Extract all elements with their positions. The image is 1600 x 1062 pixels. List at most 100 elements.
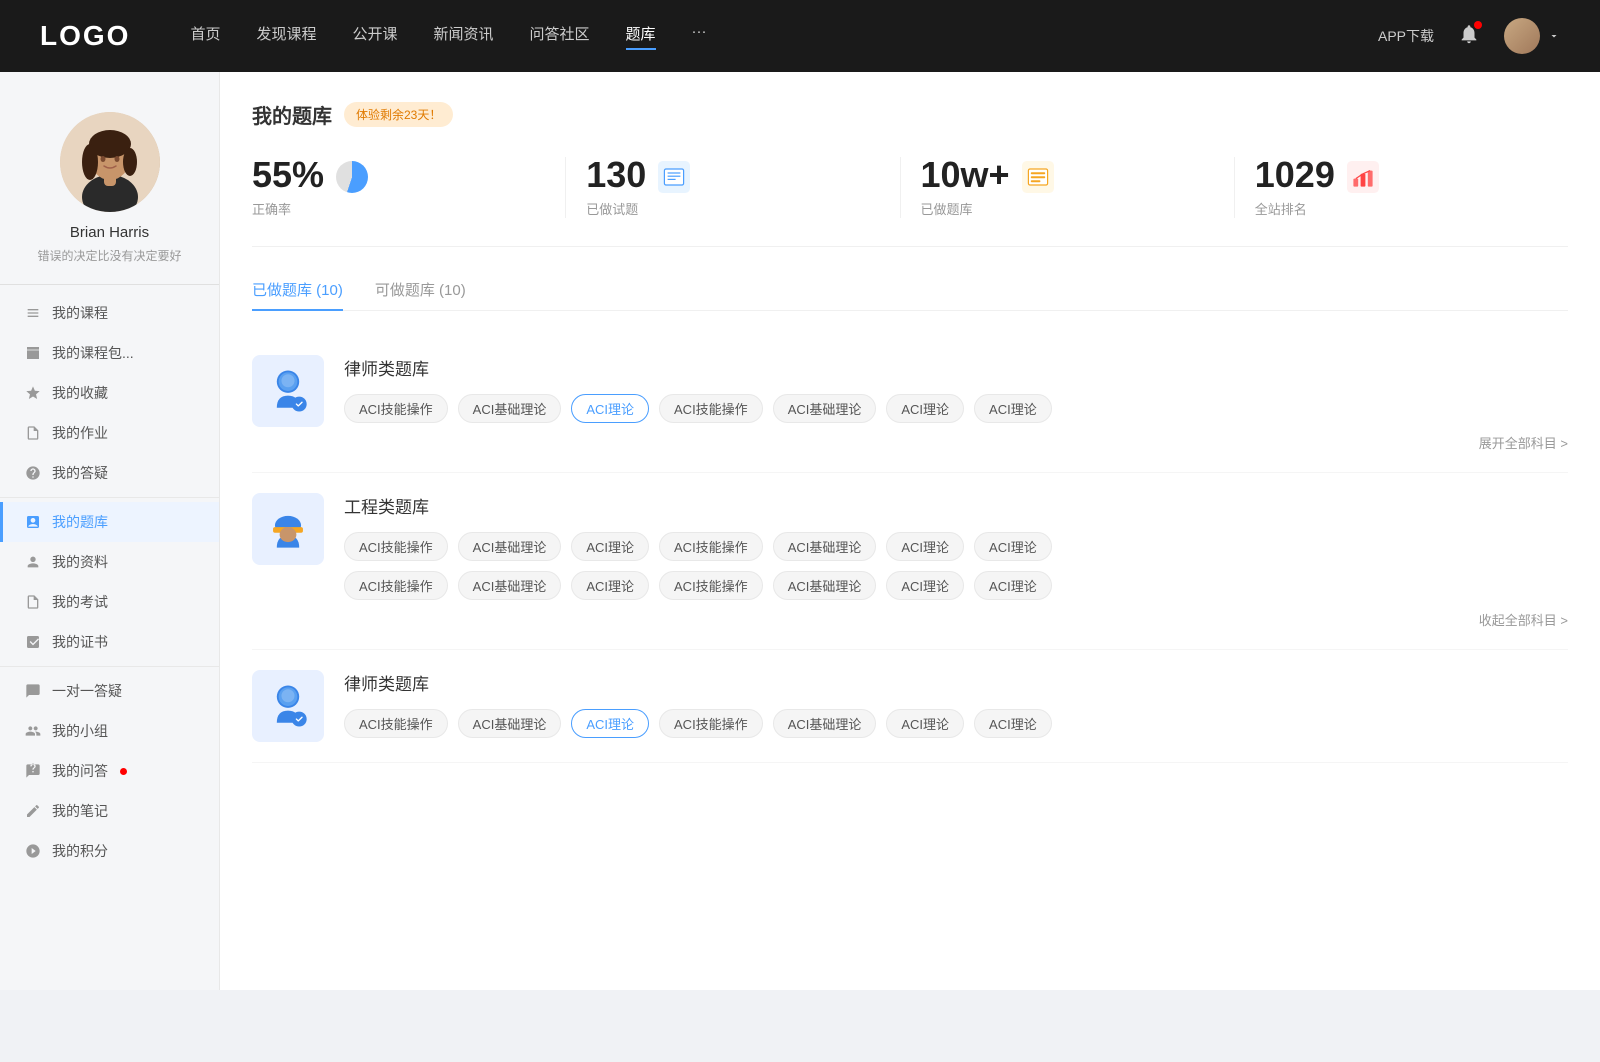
sidebar-item-my-qbank[interactable]: 我的题库 — [0, 502, 219, 542]
sidebar-item-my-questions[interactable]: 我的问答 — [0, 751, 219, 791]
chevron-down-icon — [1548, 30, 1560, 42]
sidebar-item-my-qa[interactable]: 我的答疑 — [0, 453, 219, 493]
tag-lawyer1-0[interactable]: ACI技能操作 — [344, 394, 448, 423]
stat-done-value: 130 — [586, 157, 646, 193]
tag-eng-5[interactable]: ACI理论 — [886, 532, 964, 561]
trial-badge: 体验剩余23天！ — [344, 102, 453, 127]
package-icon — [24, 344, 42, 362]
profile-avatar — [60, 112, 160, 212]
tag-lawyer1-6[interactable]: ACI理论 — [974, 394, 1052, 423]
sidebar-item-my-packages[interactable]: 我的课程包... — [0, 333, 219, 373]
qbank-icon — [24, 513, 42, 531]
notification-bell[interactable] — [1458, 23, 1480, 50]
sidebar-item-my-points[interactable]: 我的积分 — [0, 831, 219, 871]
profile-icon — [24, 553, 42, 571]
tag-lawyer1-4[interactable]: ACI基础理论 — [773, 394, 877, 423]
page-header: 我的题库 体验剩余23天！ — [252, 100, 1568, 129]
qa-help-icon — [24, 464, 42, 482]
tag-eng-3[interactable]: ACI技能操作 — [659, 532, 763, 561]
tag-eng-8[interactable]: ACI基础理论 — [458, 571, 562, 600]
tag-lawyer2-3[interactable]: ACI技能操作 — [659, 709, 763, 738]
sidebar-item-my-exam[interactable]: 我的考试 — [0, 582, 219, 622]
nav-courses[interactable]: 发现课程 — [256, 23, 316, 50]
tag-eng-11[interactable]: ACI基础理论 — [773, 571, 877, 600]
tag-lawyer1-3[interactable]: ACI技能操作 — [659, 394, 763, 423]
tag-eng-13[interactable]: ACI理论 — [974, 571, 1052, 600]
tag-lawyer2-5[interactable]: ACI理论 — [886, 709, 964, 738]
tag-lawyer1-1[interactable]: ACI基础理论 — [458, 394, 562, 423]
sidebar-divider-2 — [0, 666, 219, 667]
rank-chart-icon — [1347, 161, 1379, 198]
questions-badge — [120, 768, 127, 775]
qbank-tags-lawyer-1: ACI技能操作 ACI基础理论 ACI理论 ACI技能操作 ACI基础理论 AC… — [344, 394, 1568, 423]
stat-done-label: 已做试题 — [586, 199, 646, 218]
tag-lawyer1-5[interactable]: ACI理论 — [886, 394, 964, 423]
sidebar-item-homework[interactable]: 我的作业 — [0, 413, 219, 453]
tab-available-banks[interactable]: 可做题库 (10) — [375, 279, 466, 310]
sidebar-item-my-courses[interactable]: 我的课程 — [0, 293, 219, 333]
stat-done-text: 130 已做试题 — [586, 157, 646, 218]
nav-home[interactable]: 首页 — [190, 23, 220, 50]
sidebar-profile: Brian Harris 错误的决定比没有决定要好 — [0, 96, 219, 285]
sidebar-item-my-cert[interactable]: 我的证书 — [0, 622, 219, 662]
sidebar-label-my-exam: 我的考试 — [52, 592, 108, 612]
tag-eng-10[interactable]: ACI技能操作 — [659, 571, 763, 600]
sidebar-label-my-questions: 我的问答 — [52, 761, 108, 781]
user-avatar — [1504, 18, 1540, 54]
sidebar-label-my-cert: 我的证书 — [52, 632, 108, 652]
nav-news[interactable]: 新闻资讯 — [434, 23, 494, 50]
nav-qbank[interactable]: 题库 — [626, 23, 656, 50]
tag-eng-1[interactable]: ACI基础理论 — [458, 532, 562, 561]
sidebar-item-favorites[interactable]: 我的收藏 — [0, 373, 219, 413]
sidebar-item-one-on-one[interactable]: 一对一答疑 — [0, 671, 219, 711]
stat-banks-text: 10w+ 已做题库 — [921, 157, 1010, 218]
course-icon — [24, 304, 42, 322]
tag-lawyer1-2[interactable]: ACI理论 — [571, 394, 649, 423]
tab-bar: 已做题库 (10) 可做题库 (10) — [252, 279, 1568, 311]
qbank-tags-lawyer-2: ACI技能操作 ACI基础理论 ACI理论 ACI技能操作 ACI基础理论 AC… — [344, 709, 1568, 738]
points-icon — [24, 842, 42, 860]
navbar: LOGO 首页 发现课程 公开课 新闻资讯 问答社区 题库 ··· APP下载 — [0, 0, 1600, 72]
nav-more[interactable]: ··· — [692, 23, 707, 50]
tag-eng-7[interactable]: ACI技能操作 — [344, 571, 448, 600]
app-download-link[interactable]: APP下载 — [1378, 26, 1434, 46]
tag-lawyer2-4[interactable]: ACI基础理论 — [773, 709, 877, 738]
sidebar-item-my-group[interactable]: 我的小组 — [0, 711, 219, 751]
user-avatar-area[interactable] — [1504, 18, 1560, 54]
expand-lawyer-1[interactable]: 展开全部科目 > — [344, 433, 1568, 452]
tag-eng-0[interactable]: ACI技能操作 — [344, 532, 448, 561]
qbank-title-lawyer-2: 律师类题库 — [344, 670, 1568, 695]
stat-done-questions: 130 已做试题 — [566, 157, 900, 218]
nav-open-course[interactable]: 公开课 — [352, 23, 397, 50]
tag-lawyer2-1[interactable]: ACI基础理论 — [458, 709, 562, 738]
sidebar-menu: 我的课程 我的课程包... 我的收藏 我的作业 — [0, 285, 219, 879]
sidebar-label-one-on-one: 一对一答疑 — [52, 681, 122, 701]
sidebar-label-homework: 我的作业 — [52, 423, 108, 443]
accuracy-pie-icon — [336, 161, 368, 193]
done-questions-icon — [658, 161, 690, 198]
tag-eng-4[interactable]: ACI基础理论 — [773, 532, 877, 561]
tag-eng-2[interactable]: ACI理论 — [571, 532, 649, 561]
stat-rank: 1029 全站排名 — [1235, 157, 1568, 218]
main-wrapper: Brian Harris 错误的决定比没有决定要好 我的课程 我的课程包... — [0, 72, 1600, 990]
homework-icon — [24, 424, 42, 442]
tag-lawyer2-2[interactable]: ACI理论 — [571, 709, 649, 738]
tag-eng-9[interactable]: ACI理论 — [571, 571, 649, 600]
stat-banks-label: 已做题库 — [921, 199, 1010, 218]
expand-engineer[interactable]: 收起全部科目 > — [344, 610, 1568, 629]
page-title: 我的题库 — [252, 100, 332, 129]
sidebar-divider-1 — [0, 497, 219, 498]
stat-accuracy: 55% 正确率 — [252, 157, 566, 218]
profile-name: Brian Harris — [20, 224, 199, 241]
tag-eng-6[interactable]: ACI理论 — [974, 532, 1052, 561]
sidebar-label-my-points: 我的积分 — [52, 841, 108, 861]
tag-eng-12[interactable]: ACI理论 — [886, 571, 964, 600]
sidebar-item-my-profile[interactable]: 我的资料 — [0, 542, 219, 582]
note-icon — [24, 802, 42, 820]
sidebar-item-my-notes[interactable]: 我的笔记 — [0, 791, 219, 831]
tab-done-banks[interactable]: 已做题库 (10) — [252, 279, 343, 310]
qbank-content-engineer: 工程类题库 ACI技能操作 ACI基础理论 ACI理论 ACI技能操作 ACI基… — [344, 493, 1568, 629]
tag-lawyer2-0[interactable]: ACI技能操作 — [344, 709, 448, 738]
nav-qa[interactable]: 问答社区 — [530, 23, 590, 50]
tag-lawyer2-6[interactable]: ACI理论 — [974, 709, 1052, 738]
